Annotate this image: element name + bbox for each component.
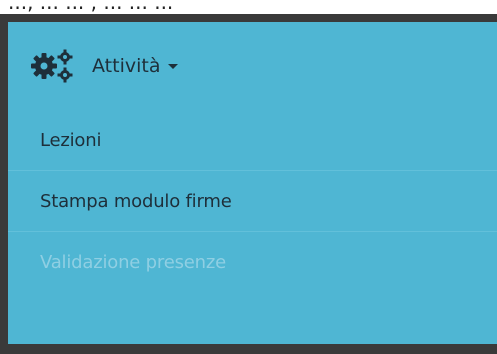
menu-header-label: Attività — [92, 55, 161, 77]
caret-down-icon — [168, 63, 179, 69]
dropdown-menu: Attività Lezioni Stampa modulo firme Val… — [8, 22, 497, 344]
menu-toggle-attivita[interactable]: Attività — [8, 22, 497, 110]
menu-item-lezioni[interactable]: Lezioni — [8, 110, 497, 170]
frame-bottom-border — [0, 344, 497, 354]
menu-item-label: Stampa modulo firme — [40, 190, 232, 212]
menu-item-label: Lezioni — [40, 129, 102, 151]
menu-item-validazione-presenze: Validazione presenze — [8, 232, 497, 292]
menu-item-label: Validazione presenze — [40, 251, 226, 273]
gears-icon — [28, 46, 84, 86]
cropped-text: ..., ... ... , ... ... ... — [8, 0, 174, 14]
frame-left-border — [0, 14, 8, 354]
frame-top-border — [0, 14, 497, 22]
menu-item-stampa-modulo-firme[interactable]: Stampa modulo firme — [8, 171, 497, 231]
